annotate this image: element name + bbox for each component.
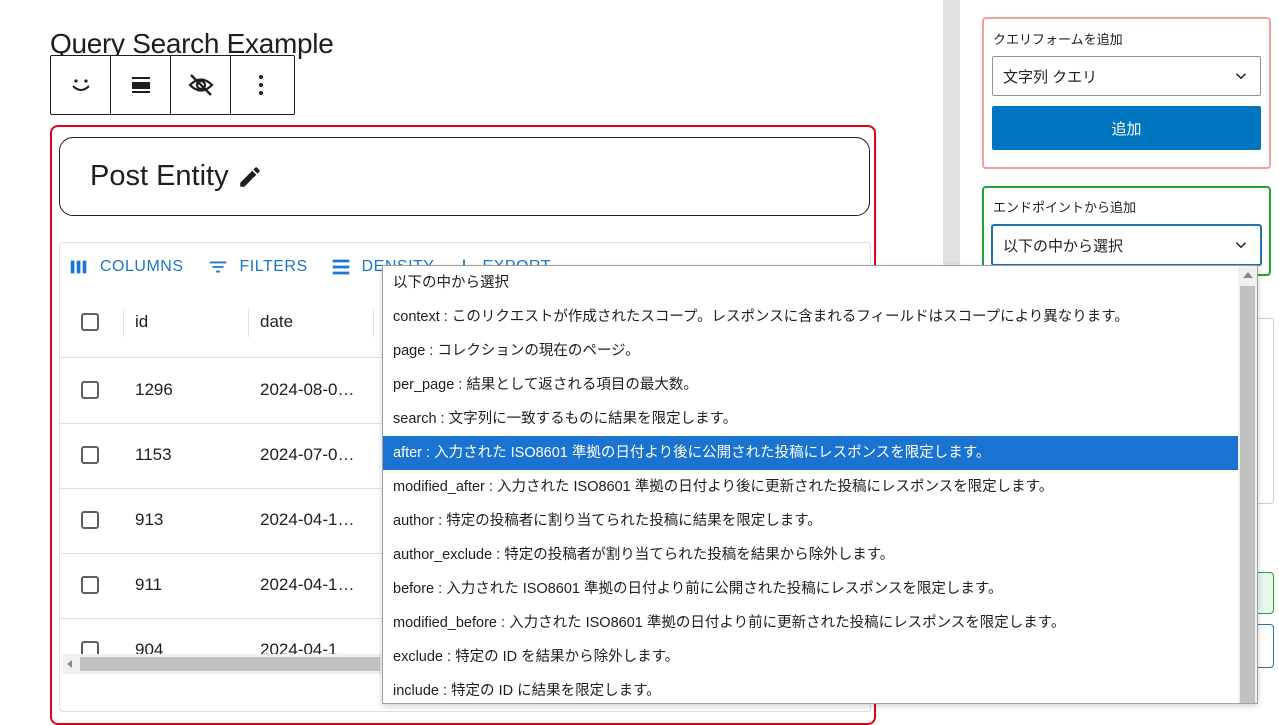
- eye-off-icon: [187, 74, 214, 96]
- table-row[interactable]: 1153 2024-07-0…: [60, 423, 390, 489]
- cell-date: 2024-07-0…: [260, 445, 355, 464]
- column-separator[interactable]: [123, 309, 124, 337]
- table-row[interactable]: 904 2024-04-1: [60, 618, 390, 658]
- filters-label: FILTERS: [239, 258, 308, 275]
- query-form-label: クエリフォームを追加: [993, 32, 1123, 47]
- dropdown-option[interactable]: page : コレクションの現在のページ。: [383, 334, 1238, 368]
- table-row[interactable]: 911 2024-04-1…: [60, 553, 390, 619]
- cell-id: 911: [135, 575, 163, 594]
- visibility-button[interactable]: [171, 56, 231, 114]
- dropdown-option[interactable]: before : 入力された ISO8601 準拠の日付より前に公開された投稿に…: [383, 572, 1238, 606]
- column-header-date[interactable]: date: [260, 312, 293, 332]
- table-row[interactable]: 1296 2024-08-0…: [60, 358, 390, 424]
- column-header-id[interactable]: id: [135, 312, 148, 332]
- endpoint-select-value: 以下の中から選択: [1003, 237, 1124, 255]
- columns-icon: [70, 260, 87, 274]
- row-checkbox[interactable]: [81, 576, 99, 594]
- dropdown-scrollbar[interactable]: [1238, 266, 1257, 703]
- row-checkbox[interactable]: [81, 381, 99, 399]
- pencil-icon[interactable]: [237, 164, 263, 190]
- select-all-checkbox[interactable]: [81, 313, 99, 331]
- row-checkbox[interactable]: [81, 511, 99, 529]
- cell-date: 2024-08-0…: [260, 380, 355, 399]
- query-type-select[interactable]: 文字列 クエリ: [992, 56, 1261, 96]
- cell-id: 913: [135, 510, 164, 529]
- entity-title: Post Entity: [90, 160, 229, 192]
- query-type-value: 文字列 クエリ: [1003, 68, 1098, 86]
- table-row[interactable]: 913 2024-04-1…: [60, 488, 390, 554]
- filters-button[interactable]: FILTERS: [206, 256, 308, 278]
- endpoint-select[interactable]: 以下の中から選択: [992, 225, 1261, 265]
- cell-id: 1296: [135, 380, 173, 399]
- columns-button[interactable]: COLUMNS: [68, 256, 184, 278]
- scrollbar-thumb[interactable]: [1240, 286, 1255, 703]
- grid-horizontal-scrollbar[interactable]: [62, 654, 384, 674]
- add-query-button[interactable]: 追加: [992, 106, 1261, 150]
- more-options-button[interactable]: [231, 56, 291, 114]
- scroll-up-arrow-icon[interactable]: [1243, 272, 1253, 278]
- chevron-down-icon: [1235, 242, 1247, 249]
- entity-card: Post Entity: [59, 137, 870, 216]
- smile-icon: [71, 79, 90, 91]
- column-separator[interactable]: [248, 309, 249, 337]
- filter-icon: [209, 261, 226, 273]
- cell-id: 1153: [135, 445, 172, 464]
- dropdown-option[interactable]: per_page : 結果として返される項目の最大数。: [383, 368, 1238, 402]
- endpoint-dropdown-list[interactable]: 以下の中から選択 context : このリクエストが作成されたスコープ。レスポ…: [382, 265, 1258, 704]
- scrollbar-thumb[interactable]: [80, 657, 380, 671]
- grid-header-row: id date: [60, 290, 390, 358]
- block-type-button[interactable]: [51, 56, 111, 114]
- dropdown-option[interactable]: modified_before : 入力された ISO8601 準拠の日付より前…: [383, 606, 1238, 640]
- align-icon: [131, 77, 150, 93]
- dropdown-option[interactable]: include : 特定の ID に結果を限定します。: [383, 674, 1238, 703]
- dropdown-option[interactable]: author_exclude : 特定の投稿者が割り当てられた投稿を結果から除外…: [383, 538, 1238, 572]
- dropdown-option[interactable]: author : 特定の投稿者に割り当てられた投稿に結果を限定します。: [383, 504, 1238, 538]
- columns-label: COLUMNS: [100, 258, 184, 275]
- density-icon: [332, 259, 349, 275]
- row-checkbox[interactable]: [81, 446, 99, 464]
- endpoint-label: エンドポイントから追加: [993, 200, 1137, 215]
- scroll-left-arrow-icon[interactable]: [67, 660, 72, 668]
- dropdown-option[interactable]: modified_after : 入力された ISO8601 準拠の日付より後に…: [383, 470, 1238, 504]
- cell-date: 2024-04-1…: [260, 575, 355, 594]
- align-button[interactable]: [111, 56, 171, 114]
- more-vertical-icon: [259, 75, 263, 95]
- column-separator[interactable]: [373, 309, 374, 337]
- dropdown-option[interactable]: search : 文字列に一致するものに結果を限定します。: [383, 402, 1238, 436]
- chevron-down-icon: [1235, 73, 1247, 80]
- dropdown-option-highlighted[interactable]: after : 入力された ISO8601 準拠の日付より後に公開された投稿にレ…: [383, 436, 1238, 470]
- dropdown-option[interactable]: 以下の中から選択: [383, 266, 1238, 300]
- dropdown-option[interactable]: context : このリクエストが作成されたスコープ。レスポンスに含まれるフィ…: [383, 300, 1238, 334]
- block-toolbar: [50, 55, 295, 115]
- dropdown-option[interactable]: exclude : 特定の ID を結果から除外します。: [383, 640, 1238, 674]
- cell-date: 2024-04-1…: [260, 510, 355, 529]
